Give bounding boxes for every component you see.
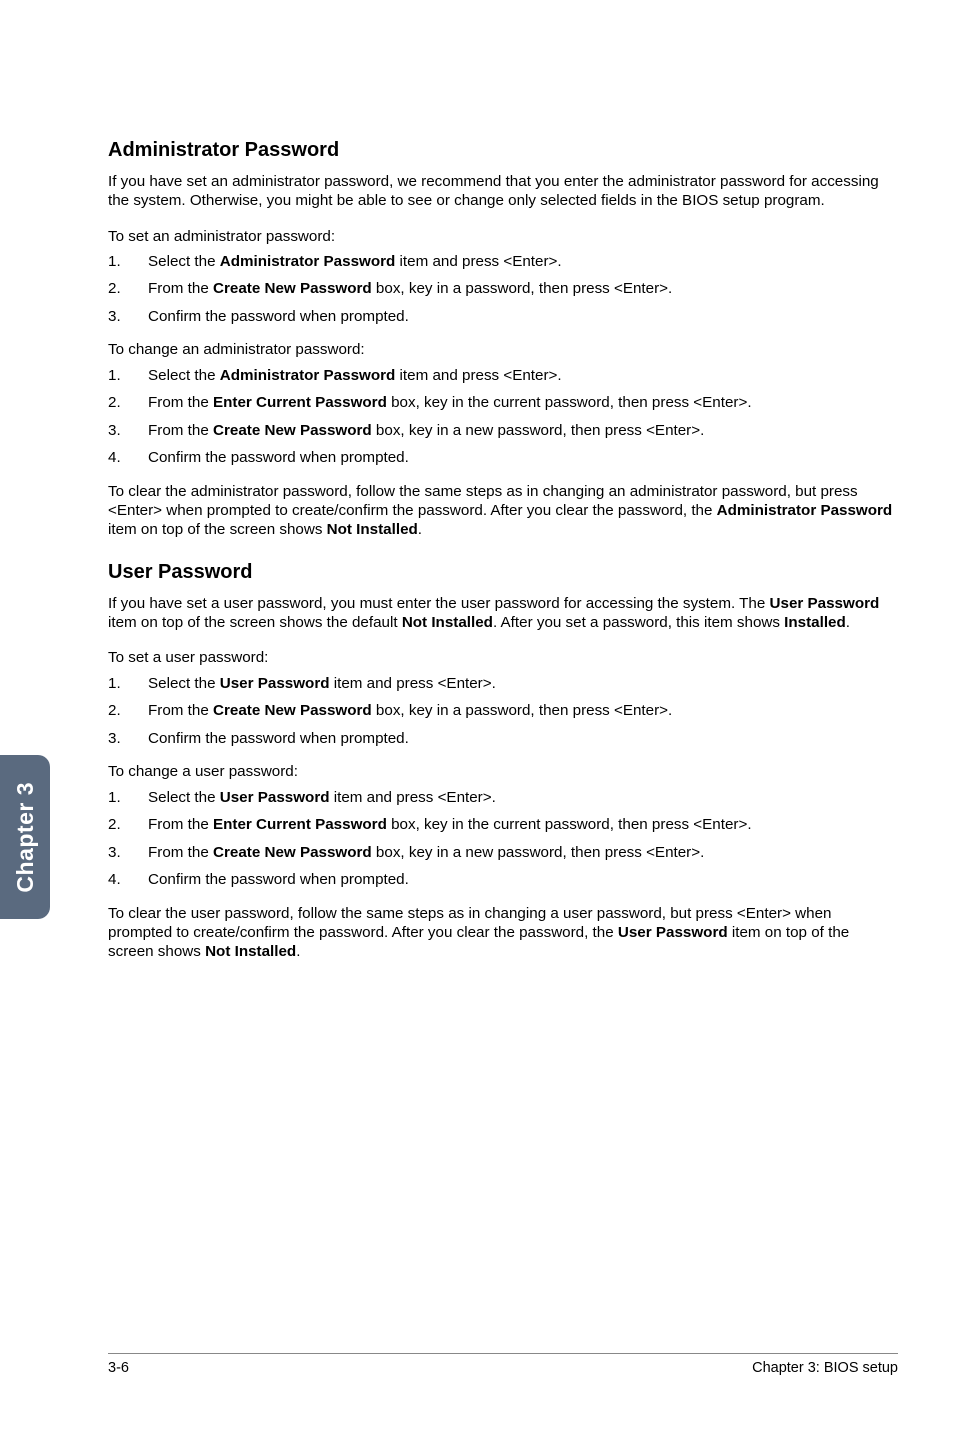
step-text: Confirm the password when prompted. xyxy=(148,729,898,748)
step-text: From the Create New Password box, key in… xyxy=(148,843,898,862)
step-number: 4. xyxy=(108,870,148,889)
list-item: 1. Select the User Password item and pre… xyxy=(108,788,898,807)
step-text: Confirm the password when prompted. xyxy=(148,448,898,467)
list-item: 3. From the Create New Password box, key… xyxy=(108,843,898,862)
list-item: 1. Select the Administrator Password ite… xyxy=(108,252,898,271)
step-number: 1. xyxy=(108,366,148,385)
step-number: 2. xyxy=(108,279,148,298)
heading-admin-password: Administrator Password xyxy=(108,138,898,164)
user-change-lead: To change a user password: xyxy=(108,762,898,781)
step-text: From the Enter Current Password box, key… xyxy=(148,815,898,834)
step-text: Confirm the password when prompted. xyxy=(148,870,898,889)
list-item: 3. From the Create New Password box, key… xyxy=(108,421,898,440)
chapter-side-tab-label: Chapter 3 xyxy=(12,782,39,893)
admin-set-lead: To set an administrator password: xyxy=(108,227,898,246)
admin-clear-note: To clear the administrator password, fol… xyxy=(108,482,898,540)
step-number: 1. xyxy=(108,788,148,807)
step-number: 1. xyxy=(108,674,148,693)
step-number: 3. xyxy=(108,729,148,748)
list-item: 2. From the Enter Current Password box, … xyxy=(108,393,898,412)
footer-chapter: Chapter 3: BIOS setup xyxy=(752,1360,898,1376)
list-item: 4. Confirm the password when prompted. xyxy=(108,870,898,889)
list-item: 2. From the Enter Current Password box, … xyxy=(108,815,898,834)
user-change-steps: 1. Select the User Password item and pre… xyxy=(108,788,898,890)
page-footer: 3-6 Chapter 3: BIOS setup xyxy=(108,1353,898,1376)
step-number: 2. xyxy=(108,393,148,412)
admin-intro: If you have set an administrator passwor… xyxy=(108,172,898,211)
list-item: 1. Select the Administrator Password ite… xyxy=(108,366,898,385)
step-text: Select the User Password item and press … xyxy=(148,788,898,807)
step-text: From the Create New Password box, key in… xyxy=(148,421,898,440)
admin-change-steps: 1. Select the Administrator Password ite… xyxy=(108,366,898,468)
list-item: 4. Confirm the password when prompted. xyxy=(108,448,898,467)
step-text: Select the Administrator Password item a… xyxy=(148,366,898,385)
chapter-side-tab: Chapter 3 xyxy=(0,755,50,919)
step-number: 4. xyxy=(108,448,148,467)
step-text: From the Enter Current Password box, key… xyxy=(148,393,898,412)
step-text: From the Create New Password box, key in… xyxy=(148,279,898,298)
list-item: 1. Select the User Password item and pre… xyxy=(108,674,898,693)
step-text: Select the User Password item and press … xyxy=(148,674,898,693)
step-number: 1. xyxy=(108,252,148,271)
step-number: 3. xyxy=(108,843,148,862)
page-content: Administrator Password If you have set a… xyxy=(108,138,898,978)
admin-change-lead: To change an administrator password: xyxy=(108,340,898,359)
user-set-lead: To set a user password: xyxy=(108,648,898,667)
step-number: 3. xyxy=(108,307,148,326)
admin-set-steps: 1. Select the Administrator Password ite… xyxy=(108,252,898,326)
list-item: 3. Confirm the password when prompted. xyxy=(108,729,898,748)
user-clear-note: To clear the user password, follow the s… xyxy=(108,904,898,962)
step-text: Select the Administrator Password item a… xyxy=(148,252,898,271)
step-number: 3. xyxy=(108,421,148,440)
list-item: 3. Confirm the password when prompted. xyxy=(108,307,898,326)
list-item: 2. From the Create New Password box, key… xyxy=(108,701,898,720)
step-number: 2. xyxy=(108,701,148,720)
user-set-steps: 1. Select the User Password item and pre… xyxy=(108,674,898,748)
step-text: Confirm the password when prompted. xyxy=(148,307,898,326)
step-text: From the Create New Password box, key in… xyxy=(148,701,898,720)
list-item: 2. From the Create New Password box, key… xyxy=(108,279,898,298)
user-intro: If you have set a user password, you mus… xyxy=(108,594,898,633)
step-number: 2. xyxy=(108,815,148,834)
page-number: 3-6 xyxy=(108,1360,129,1376)
heading-user-password: User Password xyxy=(108,560,898,586)
